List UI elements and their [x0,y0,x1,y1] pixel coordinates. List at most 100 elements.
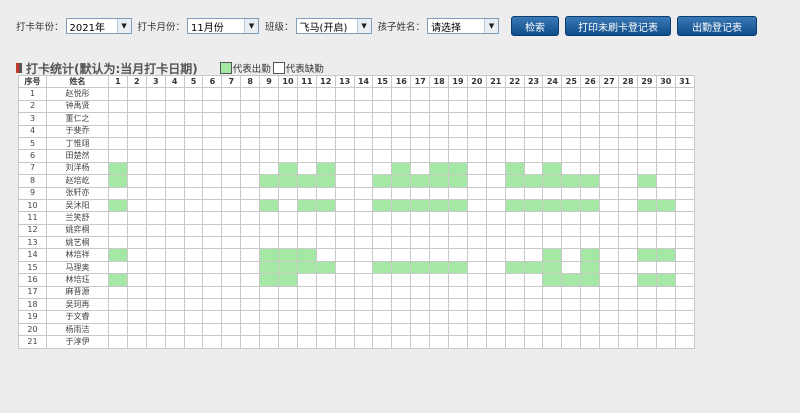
child-select[interactable]: 请选择 ▼ [427,18,500,34]
chevron-down-icon[interactable]: ▼ [356,19,371,33]
chevron-down-icon[interactable]: ▼ [244,19,259,33]
day-cell-absent [466,335,487,349]
day-cell-absent [145,211,166,225]
day-cell-absent [391,335,412,349]
day-cell-absent [145,87,166,101]
day-cell-absent [542,310,563,324]
day-cell-absent [523,285,544,300]
title-marker-icon [16,63,22,73]
search-button[interactable]: 检索 [511,16,560,36]
row-index: 2 [18,99,47,114]
day-cell-absent [353,322,374,337]
class-select-value: 飞马(开启) [299,22,348,34]
day-cell-absent [410,273,431,287]
day-cell-absent [618,161,638,176]
day-cell-absent [466,236,487,250]
student-name: 林培珏 [46,273,109,287]
day-cell-absent [334,322,355,337]
attendance-register-button[interactable]: 出勤登记表 [677,16,758,36]
day-cell-absent [674,112,695,126]
day-cell-absent [523,161,544,176]
day-cell-absent [353,112,374,126]
day-cell-absent [126,198,147,213]
day-cell-absent [240,236,261,250]
day-cell-absent [164,136,185,151]
row-index: 21 [18,335,47,349]
day-cell-absent [353,260,374,275]
day-cell-absent [372,186,393,200]
day-cell-absent [523,223,544,238]
day-cell-absent [126,273,147,287]
row-index: 16 [18,273,47,287]
header-day: 28 [618,74,638,89]
day-cell-absent [485,322,506,337]
day-cell-absent [561,149,582,163]
day-cell-present [542,161,563,176]
day-cell-present [561,198,582,213]
student-name: 于斐乔 [46,124,109,138]
day-cell-absent [618,211,638,225]
class-label: 班级： [265,22,294,33]
day-cell-absent [164,260,185,275]
header-day: 24 [542,74,563,89]
day-cell-absent [259,223,280,238]
day-cell-absent [164,322,185,337]
day-cell-absent [259,236,280,250]
day-cell-absent [164,174,185,188]
day-cell-absent [599,112,620,126]
day-cell-absent [108,211,128,225]
day-cell-absent [636,136,657,151]
header-day: 6 [202,74,223,89]
day-cell-absent [466,198,487,213]
class-select[interactable]: 飞马(开启) ▼ [295,18,372,34]
day-cell-absent [278,298,298,312]
table-row: 3 董仁之 [18,112,695,126]
day-cell-absent [315,149,336,163]
day-cell-absent [315,298,336,312]
chevron-down-icon[interactable]: ▼ [116,19,131,33]
day-cell-absent [353,198,374,213]
print-unchecked-button[interactable]: 打印未刷卡登记表 [565,16,672,36]
day-cell-absent [353,211,374,225]
day-cell-absent [485,198,506,213]
day-cell-absent [296,322,317,337]
day-cell-absent [278,285,298,300]
day-cell-absent [108,136,128,151]
day-cell-absent [542,149,563,163]
day-cell-absent [315,310,336,324]
month-select[interactable]: 11月份 ▼ [187,18,260,34]
day-cell-absent [523,99,544,114]
day-cell-absent [372,236,393,250]
day-cell-absent [183,248,204,262]
day-cell-absent [164,248,185,262]
day-cell-present [108,198,128,213]
day-cell-present [636,248,657,262]
day-cell-absent [259,136,280,151]
day-cell-absent [429,223,450,238]
day-cell-absent [240,248,261,262]
day-cell-absent [466,211,487,225]
day-cell-absent [334,124,355,138]
day-cell-absent [466,260,487,275]
day-cell-absent [485,161,506,176]
day-cell-absent [466,136,487,151]
day-cell-absent [278,99,298,114]
day-cell-absent [599,335,620,349]
day-cell-absent [448,99,468,114]
day-cell-absent [126,99,147,114]
day-cell-absent [221,322,242,337]
chevron-down-icon[interactable]: ▼ [484,19,499,33]
year-select[interactable]: 2021年 ▼ [65,18,132,34]
day-cell-absent [410,149,431,163]
day-cell-absent [334,87,355,101]
day-cell-absent [523,112,544,126]
day-cell-absent [240,273,261,287]
table-row: 19 于文睿 [18,310,695,324]
day-cell-absent [334,223,355,238]
day-cell-absent [410,99,431,114]
table-row: 11 兰笑舒 [18,211,695,225]
attendance-table: 序号 姓名 1 2 3 4 5 6 7 8 9 10 11 12 13 14 15 16 17 18 19 20 21 22 2… [18,74,695,349]
day-cell-absent [674,99,695,114]
day-cell-absent [202,136,223,151]
day-cell-absent [636,298,657,312]
